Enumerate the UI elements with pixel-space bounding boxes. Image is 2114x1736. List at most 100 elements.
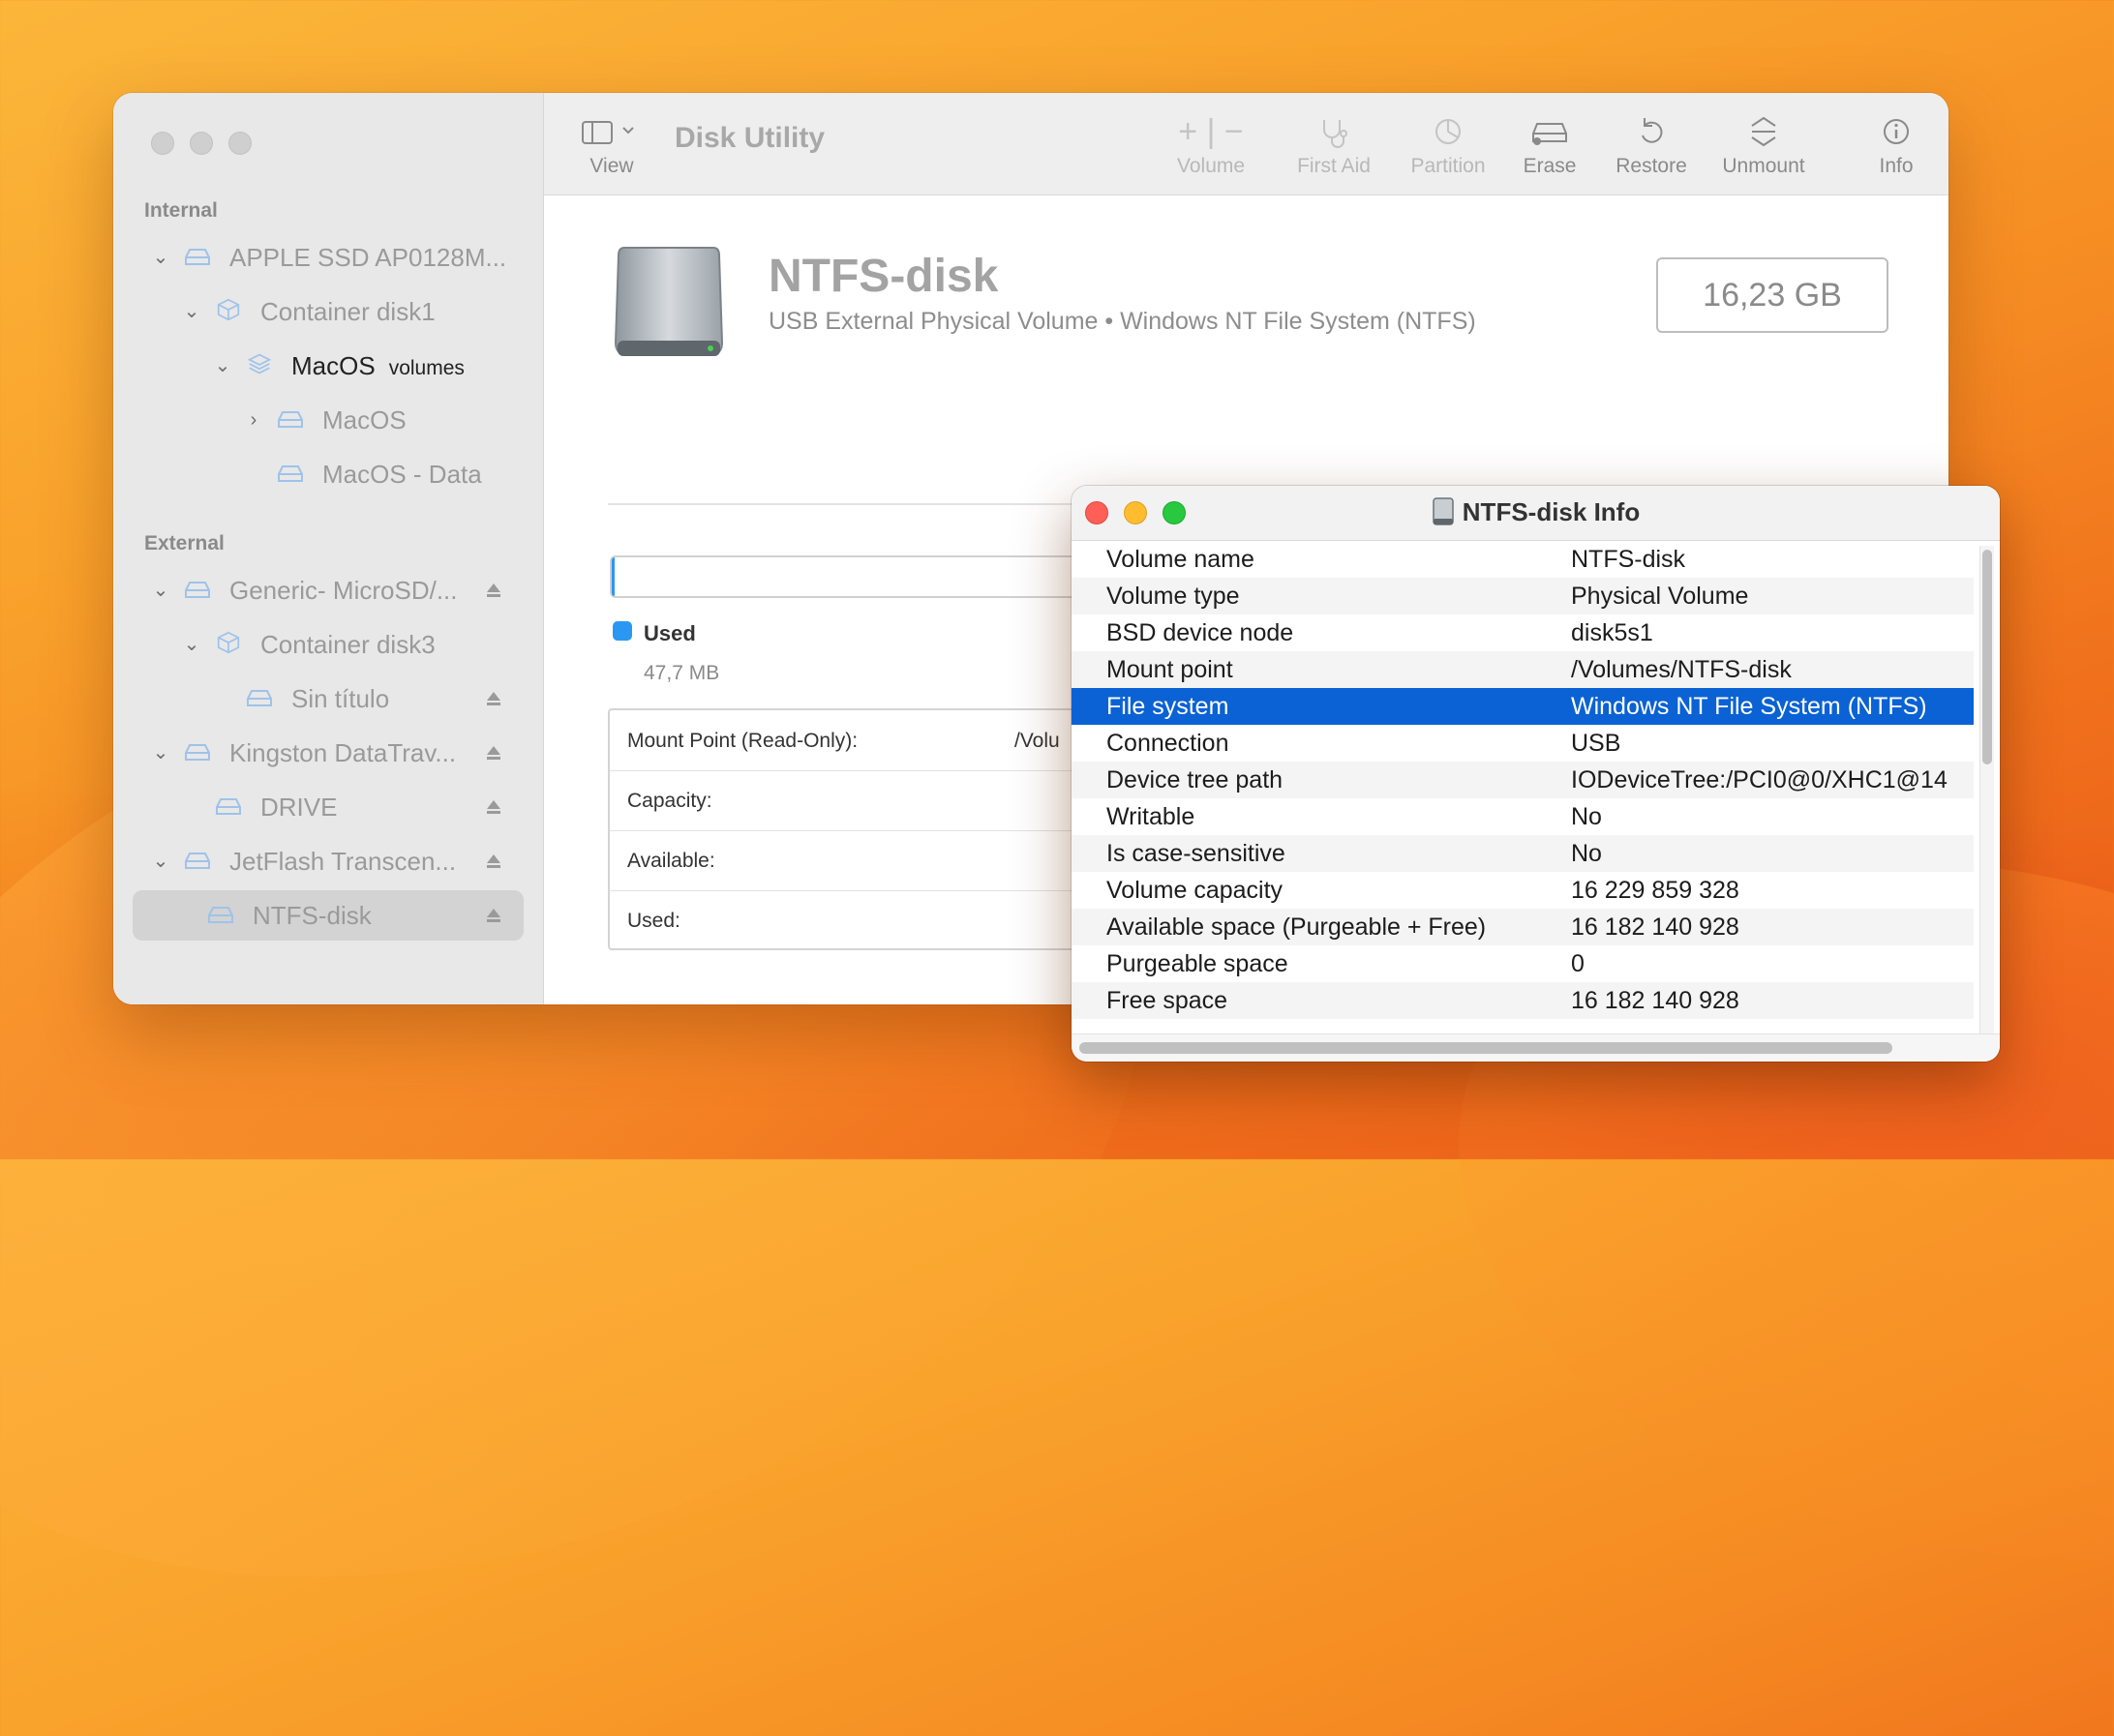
info-row[interactable]: Purgeable space 0	[1072, 945, 1974, 982]
drive-icon	[247, 690, 272, 706]
chevron-down-icon[interactable]: ⌄	[152, 248, 169, 267]
info-row[interactable]: Writable No	[1072, 798, 1974, 835]
details-key: Used:	[627, 910, 680, 932]
info-row[interactable]: Volume type Physical Volume	[1072, 578, 1974, 614]
volume-group-sublabel: volumes	[388, 356, 465, 379]
sidebar-toggle-icon	[582, 121, 634, 144]
chevron-down-icon[interactable]: ⌄	[152, 852, 169, 871]
drive-icon	[278, 465, 303, 482]
sidebar-item-container-disk1[interactable]: ⌄ Container disk1	[133, 286, 524, 337]
erase-button[interactable]: Erase	[1522, 112, 1578, 178]
chevron-right-icon[interactable]: ›	[245, 410, 262, 430]
sidebar-item-generic-microsd[interactable]: ⌄ Generic- MicroSD/...	[133, 565, 524, 615]
info-row[interactable]: Is case-sensitive No	[1072, 835, 1974, 872]
info-key: Mount point	[1106, 656, 1233, 683]
info-key: BSD device node	[1106, 619, 1294, 646]
first-aid-button[interactable]: First Aid	[1293, 112, 1374, 178]
sidebar-item-label: Kingston DataTrav...	[229, 737, 457, 767]
unmount-button[interactable]: Unmount	[1717, 112, 1810, 178]
info-value: 16 182 140 928	[1571, 987, 1739, 1014]
info-row[interactable]: Mount point/Volumes/NTFS-disk	[1072, 651, 1974, 688]
volume-group-icon	[247, 353, 272, 374]
eject-icon[interactable]	[485, 907, 502, 924]
sidebar-item-macos[interactable]: › MacOS	[133, 395, 524, 445]
info-row[interactable]: Connection USB	[1072, 725, 1974, 762]
eject-icon[interactable]	[485, 853, 502, 870]
info-row[interactable]: Volume capacity 16 229 859 328	[1072, 872, 1974, 909]
partition-button[interactable]: Partition	[1406, 112, 1490, 178]
drive-icon	[185, 249, 210, 265]
unmount-label: Unmount	[1722, 155, 1805, 177]
capacity-badge: 16,23 GB	[1656, 257, 1888, 333]
sidebar-item-drive[interactable]: DRIVE	[133, 782, 524, 832]
info-key: Available space (Purgeable + Free)	[1106, 913, 1487, 941]
view-button[interactable]: View	[581, 112, 643, 178]
info-row[interactable]: Device tree path IODeviceTree:/PCI0@0/XHC…	[1072, 762, 1974, 798]
info-row[interactable]: Volume name NTFS-disk	[1072, 541, 1974, 578]
info-row[interactable]: Free space 16 182 140 928	[1072, 982, 1974, 1019]
eject-icon[interactable]	[485, 690, 502, 707]
erase-label: Erase	[1523, 155, 1577, 177]
info-table: Volume name NTFS-disk Volume type Physical…	[1072, 541, 1974, 1033]
info-value: disk5s1	[1571, 619, 1653, 646]
sidebar-item-ntfs-disk[interactable]: NTFS-disk	[133, 890, 524, 941]
info-row-selected[interactable]: File system Windows NT File System (NTFS)	[1072, 688, 1974, 725]
drive-icon	[278, 411, 303, 428]
container-icon	[217, 631, 240, 654]
sidebar-item-label: Container disk3	[260, 629, 436, 659]
sidebar-item-sin-titulo[interactable]: Sin título	[133, 673, 524, 724]
minimize-button[interactable]	[190, 132, 213, 155]
restore-arrow-icon	[1642, 118, 1663, 143]
disk-subtitle: USB External Physical Volume • Windows N…	[769, 308, 1476, 335]
info-value: No	[1571, 840, 1602, 867]
chevron-down-icon[interactable]: ⌄	[183, 302, 200, 321]
toolbar: View Disk Utility + | − Volume First Aid…	[544, 93, 1948, 195]
info-label: Info	[1879, 155, 1914, 177]
chevron-down-icon[interactable]: ⌄	[152, 743, 169, 763]
close-button[interactable]	[151, 132, 174, 155]
info-value: Physical Volume	[1571, 583, 1749, 610]
zoom-button[interactable]	[228, 132, 252, 155]
sidebar-item-macos-data[interactable]: MacOS - Data	[133, 449, 524, 499]
horizontal-scrollbar[interactable]	[1072, 1033, 2000, 1062]
sidebar-item-kingston[interactable]: ⌄ Kingston DataTrav...	[133, 728, 524, 778]
vertical-scrollbar[interactable]	[1979, 546, 1994, 1034]
drive-icon	[185, 853, 210, 869]
info-window-title-text: NTFS-disk Info	[1462, 497, 1641, 526]
info-key: Volume capacity	[1106, 877, 1284, 904]
chevron-down-icon[interactable]: ⌄	[214, 356, 231, 375]
view-label: View	[589, 155, 634, 177]
sidebar-item-label: MacOS	[322, 404, 407, 434]
info-value: /Volumes/NTFS-disk	[1571, 656, 1792, 683]
sidebar-item-container-disk3[interactable]: ⌄ Container disk3	[133, 619, 524, 670]
sidebar-item-label: NTFS-disk	[253, 900, 372, 930]
eject-icon[interactable]	[485, 582, 502, 599]
eject-icon[interactable]	[485, 744, 502, 762]
volume-label: Volume	[1177, 155, 1246, 177]
chevron-down-icon[interactable]: ⌄	[152, 581, 169, 600]
info-row[interactable]: BSD device node disk5s1	[1072, 614, 1974, 651]
partition-label: Partition	[1410, 155, 1486, 177]
sidebar: Internal ⌄ APPLE SSD AP0128M... ⌄ Contai…	[113, 93, 544, 1004]
container-icon	[217, 298, 240, 321]
drive-icon	[185, 582, 210, 598]
drive-icon	[185, 744, 210, 761]
sidebar-item-macos-volumes[interactable]: ⌄ MacOS volumes	[133, 341, 524, 391]
chevron-down-icon[interactable]: ⌄	[183, 635, 200, 654]
info-row[interactable]: Available space (Purgeable + Free) 16 182…	[1072, 909, 1974, 945]
sidebar-item-jetflash[interactable]: ⌄ JetFlash Transcen...	[133, 836, 524, 886]
scrollbar-thumb[interactable]	[1982, 550, 1992, 764]
info-key: Connection	[1106, 730, 1229, 757]
pie-chart-icon	[1435, 119, 1461, 144]
restore-button[interactable]: Restore	[1613, 112, 1690, 178]
sidebar-item-apple-ssd[interactable]: ⌄ APPLE SSD AP0128M...	[133, 232, 524, 283]
info-button[interactable]: Info	[1875, 112, 1918, 178]
scrollbar-thumb[interactable]	[1079, 1042, 1892, 1054]
volume-group-name: MacOS	[291, 350, 376, 380]
volume-button[interactable]: + | − Volume	[1177, 112, 1245, 178]
eraser-drive-icon	[1532, 123, 1567, 145]
sidebar-section-internal: Internal	[144, 199, 218, 222]
info-value: No	[1571, 803, 1602, 830]
eject-icon[interactable]	[485, 798, 502, 816]
info-value: 16 229 859 328	[1571, 877, 1739, 904]
